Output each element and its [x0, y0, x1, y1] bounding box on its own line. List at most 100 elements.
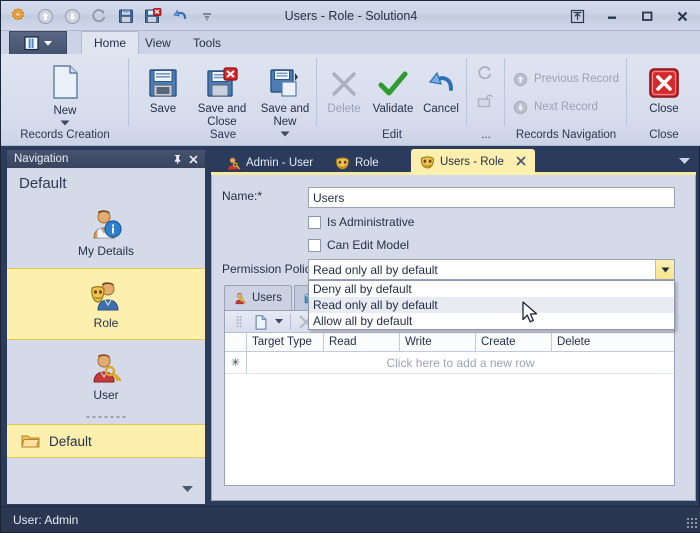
save-and-new-button[interactable]: Save and New	[255, 66, 315, 137]
save-button[interactable]: Save	[137, 66, 189, 116]
pin-icon[interactable]	[169, 151, 185, 167]
ribbon-group-label: Edit	[382, 129, 402, 141]
ribbon-tab-home[interactable]: Home	[81, 31, 140, 54]
nav-item-my-details[interactable]: My Details	[7, 196, 205, 268]
grid-header-indicator	[225, 333, 247, 351]
navigation-panel-body: Default My Details Role User Default	[7, 168, 205, 504]
ribbon-group-close: Close Close	[627, 54, 700, 146]
new-row-dropdown-icon[interactable]	[273, 312, 285, 331]
can-edit-model-label: Can Edit Model	[327, 238, 410, 252]
record-detail-form: Name:* Is Administrative Can Edit Model …	[211, 175, 696, 501]
document-area: Admin - User Role Users - Role Name:* Us…	[211, 149, 696, 504]
maximize-button[interactable]	[634, 4, 660, 28]
grid-drag-handle[interactable]	[229, 312, 249, 331]
ribbon-group-label: Records Creation	[20, 129, 110, 141]
new-row-icon[interactable]	[251, 312, 271, 331]
role-masks-icon	[91, 281, 119, 310]
application-window: X Users - Role - Solution4 Home View Too…	[0, 0, 700, 533]
name-label: Name:*	[222, 189, 263, 203]
new-button-label: New	[53, 105, 77, 117]
save-and-close-button[interactable]: Save and Close	[191, 66, 253, 129]
toolbar-separator	[290, 313, 291, 330]
grid-header-write[interactable]: Write	[400, 333, 476, 351]
ribbon-group-edit: Delete Validate Cancel Edit	[317, 54, 467, 146]
can-edit-model-checkbox[interactable]	[308, 238, 321, 252]
grid-new-row[interactable]: ✳ Click here to add a new row	[225, 352, 674, 374]
save-and-close-label: Save and Close	[197, 103, 247, 128]
chevron-down-icon	[44, 41, 52, 46]
grid-header-target-type[interactable]: Target Type	[247, 333, 324, 351]
permission-policy-row: Permission Policy:	[222, 262, 320, 276]
save-icon	[149, 69, 177, 97]
restore-ribbon-icon[interactable]	[564, 4, 590, 28]
role-masks-icon	[420, 156, 435, 169]
close-record-button[interactable]: Close	[641, 66, 687, 116]
ribbon-group-overflow: ...	[467, 54, 505, 146]
detail-tab-label: Users	[251, 292, 282, 304]
nav-item-role[interactable]: Role	[7, 268, 205, 340]
user-info-icon	[93, 209, 122, 238]
nav-item-user[interactable]: User	[7, 340, 205, 412]
dropdown-option-read-only-all[interactable]: Read only all by default	[309, 297, 674, 313]
new-button[interactable]: New	[35, 62, 95, 126]
app-menu-icon	[24, 35, 39, 50]
window-resize-grip[interactable]	[686, 517, 698, 529]
application-menu-button[interactable]	[9, 31, 67, 54]
document-tab-label: Admin - User	[246, 157, 314, 169]
ribbon-group-save: Save Save and Close Save and New Save	[129, 54, 317, 146]
panel-resize-grip[interactable]	[7, 411, 205, 422]
validate-button[interactable]: Validate	[369, 68, 417, 116]
unlock-icon	[476, 92, 494, 110]
next-record-icon	[511, 98, 529, 116]
document-tab-close-icon[interactable]	[516, 155, 526, 169]
close-button[interactable]	[669, 4, 695, 28]
status-user-text: User: Admin	[13, 512, 79, 527]
permissions-grid: Target Type Read Write Create Delete ✳ C…	[224, 310, 675, 486]
cancel-undo-icon	[428, 71, 453, 91]
can-edit-model-row[interactable]: Can Edit Model	[308, 238, 409, 252]
validate-button-label: Validate	[372, 103, 414, 115]
document-tab-admin-user[interactable]: Admin - User	[217, 151, 322, 175]
permission-policy-combobox[interactable]: Read only all by default	[308, 259, 675, 280]
ribbon-tab-label: Tools	[193, 36, 222, 50]
ribbon-tab-label: Home	[94, 36, 127, 50]
document-tab-strip: Admin - User Role Users - Role	[211, 149, 696, 175]
new-row-indicator-icon: ✳	[225, 352, 247, 373]
name-input[interactable]	[308, 187, 675, 208]
user-key-icon	[235, 292, 247, 304]
save-close-icon	[207, 67, 238, 97]
grid-header-read[interactable]: Read	[324, 333, 400, 351]
refresh-icon	[476, 64, 494, 82]
permission-policy-label: Permission Policy:	[222, 262, 321, 276]
nav-item-label: My Details	[77, 243, 134, 258]
ribbon-tab-view[interactable]: View	[133, 32, 183, 54]
is-administrative-row[interactable]: Is Administrative	[308, 215, 414, 229]
permission-policy-dropdown-list[interactable]: Deny all by default Read only all by def…	[308, 280, 675, 330]
document-tab-users-role[interactable]: Users - Role	[411, 149, 535, 175]
navigation-panel-header: Navigation	[7, 150, 205, 168]
chevron-down-icon[interactable]	[655, 260, 674, 279]
new-row-prompt[interactable]: Click here to add a new row	[247, 352, 674, 373]
navigation-panel: Navigation Default My Details Role User …	[6, 149, 206, 504]
dropdown-option-allow-all[interactable]: Allow all by default	[309, 313, 674, 329]
nav-folder-default[interactable]: Default	[7, 424, 205, 458]
document-tabs-overflow-icon[interactable]	[676, 154, 692, 168]
grid-header-create[interactable]: Create	[476, 333, 552, 351]
minimize-button[interactable]	[599, 4, 625, 28]
detail-tab-users[interactable]: Users	[224, 285, 292, 310]
ribbon-tab-tools[interactable]: Tools	[181, 32, 233, 54]
name-field-row: Name:*	[222, 189, 305, 203]
nav-folder-label: Default	[49, 433, 92, 449]
document-tab-role[interactable]: Role	[326, 151, 388, 175]
grid-header-delete[interactable]: Delete	[552, 333, 674, 351]
nav-overflow-icon[interactable]	[177, 482, 197, 496]
is-administrative-checkbox[interactable]	[308, 215, 321, 229]
folder-icon	[21, 435, 40, 448]
close-icon[interactable]	[185, 151, 201, 167]
previous-record-icon	[511, 70, 529, 88]
cancel-button[interactable]: Cancel	[419, 68, 463, 116]
permission-policy-value: Read only all by default	[313, 262, 438, 277]
ribbon-group-label: Save	[209, 129, 237, 141]
ribbon-tab-strip: Home View Tools	[1, 31, 700, 54]
dropdown-option-deny-all[interactable]: Deny all by default	[309, 281, 674, 297]
